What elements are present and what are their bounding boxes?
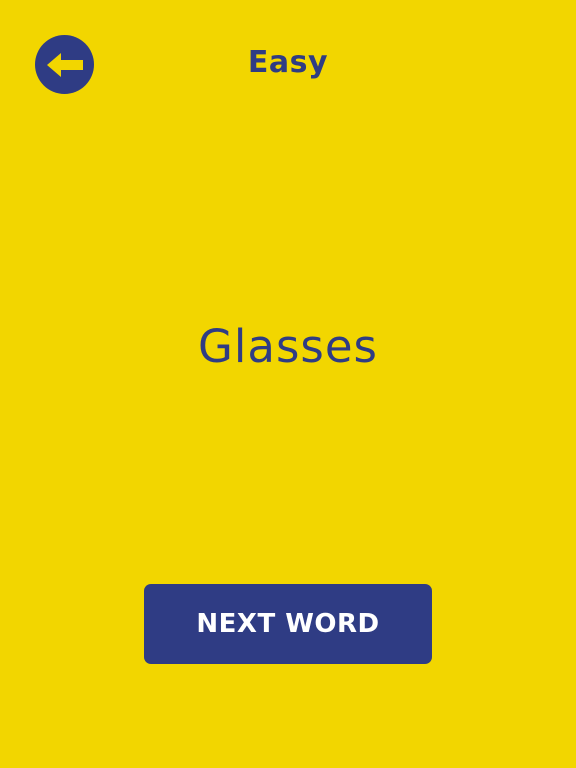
- difficulty-title: Easy: [247, 45, 329, 80]
- game-screen: Easy Glasses NEXT WORD: [0, 0, 576, 768]
- current-word: Glasses: [198, 320, 378, 373]
- next-word-button[interactable]: NEXT WORD: [144, 584, 432, 664]
